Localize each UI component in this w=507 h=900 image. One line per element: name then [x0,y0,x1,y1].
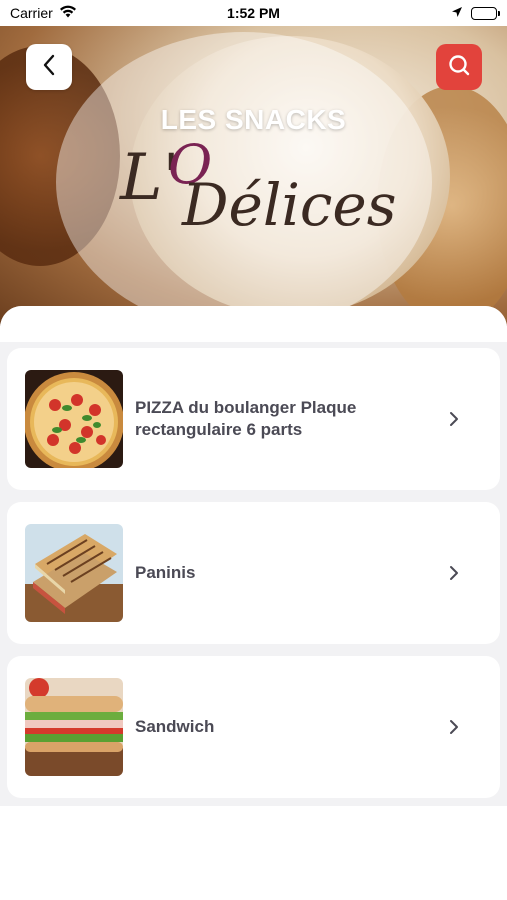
back-button[interactable] [26,44,72,90]
page-title: LES SNACKS [160,104,347,135]
chevron-right-icon [444,565,464,581]
battery-icon [471,6,500,20]
wifi-icon [59,5,77,21]
status-bar: Carrier 1:52 PM [0,0,507,26]
category-label: Paninis [135,563,196,582]
search-icon [447,53,471,82]
category-label: PIZZA du boulanger Plaque rectangulaire … [135,398,357,439]
status-left: Carrier [10,5,77,21]
sandwich-image [25,678,123,776]
category-card-pizza[interactable]: PIZZA du boulanger Plaque rectangulaire … [7,348,500,490]
header-banner: L' O Délices LES SNACKS [0,26,507,326]
category-label: Sandwich [135,717,215,736]
location-arrow-icon [451,5,463,21]
pizza-image [25,370,123,468]
search-button[interactable] [436,44,482,90]
chevron-left-icon [42,54,56,81]
category-card-sandwich[interactable]: Sandwich [7,656,500,798]
category-list: PIZZA du boulanger Plaque rectangulaire … [0,306,507,806]
bottom-area [0,806,507,900]
chevron-right-icon [444,411,464,427]
chevron-right-icon [444,719,464,735]
status-right [451,5,500,21]
category-card-paninis[interactable]: Paninis [7,502,500,644]
carrier-label: Carrier [10,5,53,21]
brand-logo: L' O Délices [120,133,397,239]
panini-image [25,524,123,622]
sheet-top [0,306,507,342]
